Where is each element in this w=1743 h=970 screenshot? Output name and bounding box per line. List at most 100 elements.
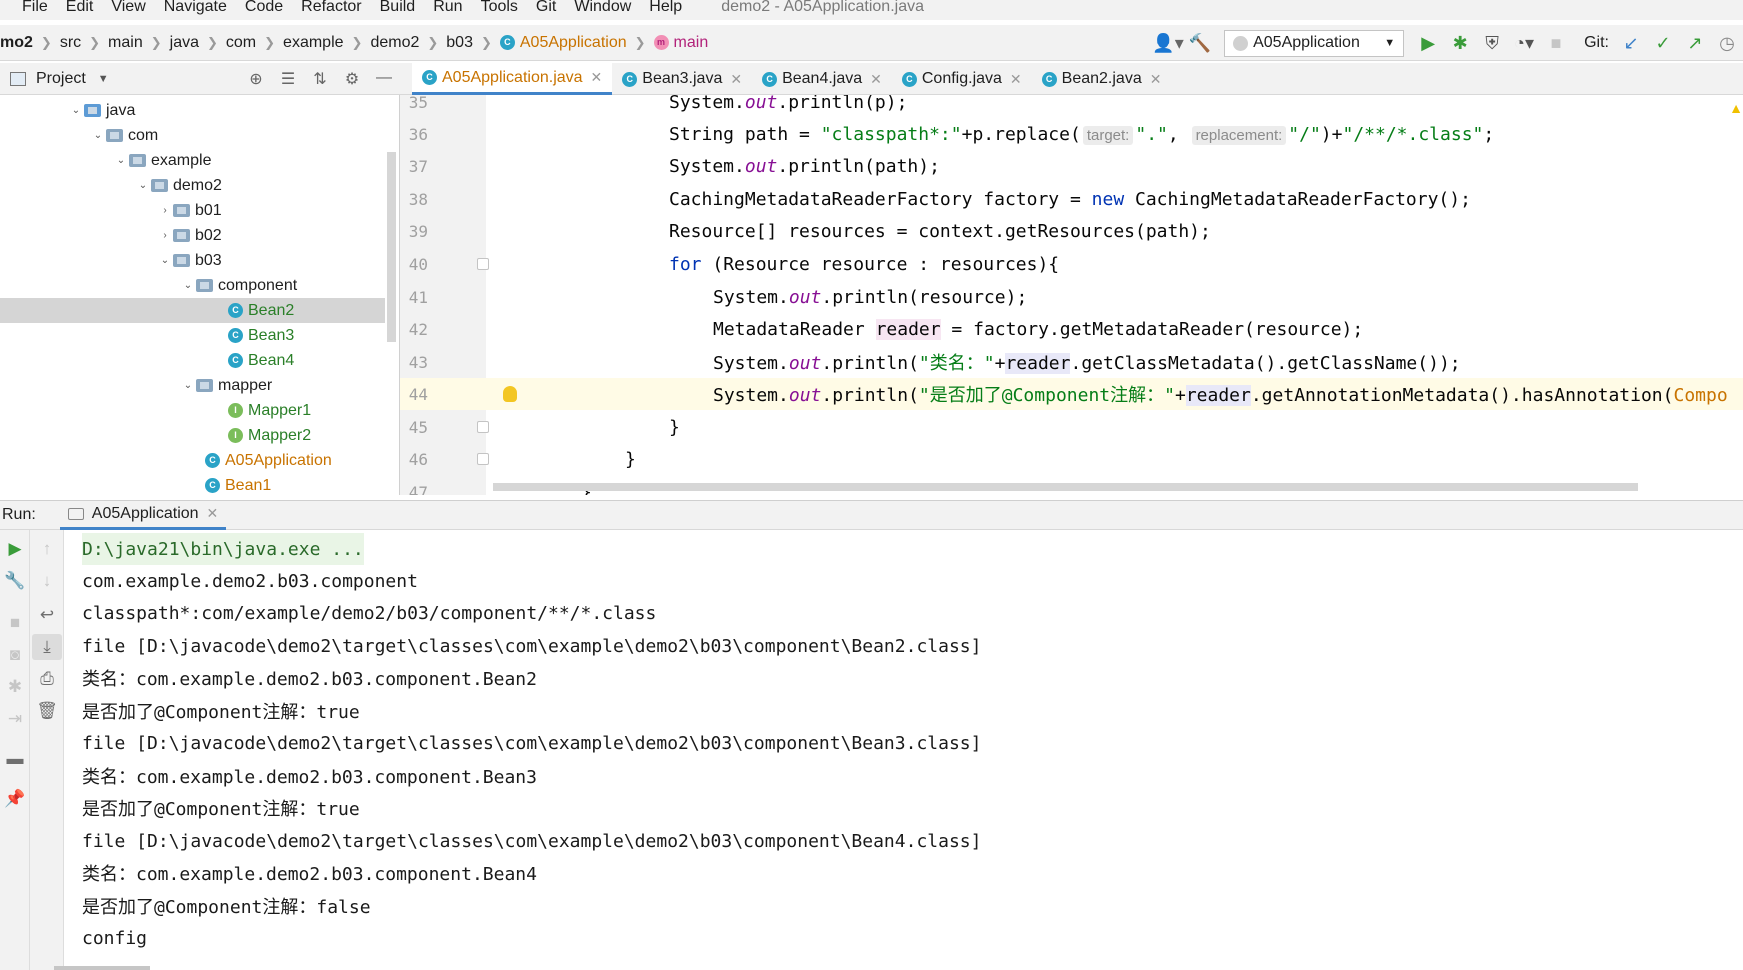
user-icon[interactable]: 👤▾ (1152, 28, 1184, 58)
arrow-down-icon[interactable]: ↓ (32, 568, 62, 594)
close-icon[interactable]: ✕ (1150, 71, 1162, 88)
menu-view[interactable]: View (102, 0, 154, 17)
menu-git[interactable]: Git (527, 0, 565, 17)
rerun-icon[interactable]: ▶ (0, 536, 30, 562)
stop-icon[interactable]: ■ (0, 610, 30, 636)
crumb-class[interactable]: A05Application (520, 34, 627, 52)
menu-edit[interactable]: Edit (57, 0, 103, 17)
tab-config[interactable]: C Config.java ✕ (892, 63, 1032, 95)
console-horizontal-scrollbar[interactable] (54, 966, 150, 970)
lightbulb-icon[interactable] (503, 386, 517, 402)
chevron-right-icon[interactable]: › (157, 230, 173, 241)
chevron-down-icon[interactable]: ⌄ (90, 130, 106, 141)
project-label[interactable]: Project (36, 70, 86, 88)
debug-bug-icon[interactable]: ✱ (0, 674, 30, 700)
crumb-java[interactable]: java (170, 34, 199, 52)
layout-icon[interactable]: ▬ (0, 746, 30, 772)
tree-scrollbar[interactable] (387, 152, 396, 342)
tab-a05application[interactable]: C A05Application.java ✕ (412, 63, 613, 95)
close-icon[interactable]: ✕ (591, 69, 603, 86)
close-icon[interactable]: ✕ (1010, 71, 1022, 88)
menu-refactor[interactable]: Refactor (292, 0, 370, 17)
run-config-selector[interactable]: A05Application ▼ (1224, 29, 1405, 57)
build-hammer-icon[interactable]: 🔨 (1184, 28, 1216, 58)
menu-build[interactable]: Build (371, 0, 425, 17)
chevron-down-icon[interactable]: ⌄ (68, 105, 84, 116)
close-icon[interactable]: ✕ (207, 505, 219, 522)
chevron-down-icon[interactable]: ⌄ (113, 155, 129, 166)
tree-item-mapper1[interactable]: I Mapper1 (0, 398, 385, 423)
chevron-down-icon[interactable]: ⌄ (180, 280, 196, 291)
print-icon[interactable]: ⎙ (32, 666, 62, 692)
tree-item-b01[interactable]: › b01 (0, 198, 385, 223)
tree-item-java[interactable]: ⌄ java (0, 98, 385, 123)
tree-item-com[interactable]: ⌄ com (0, 123, 385, 148)
crumb-src[interactable]: src (60, 34, 81, 52)
menu-navigate[interactable]: Navigate (155, 0, 236, 17)
soft-wrap-icon[interactable]: ↩ (32, 602, 62, 628)
crumb-example[interactable]: example (283, 34, 343, 52)
run-icon[interactable]: ▶ (1412, 28, 1444, 58)
tree-item-b02[interactable]: › b02 (0, 223, 385, 248)
run-console[interactable]: D:\java21\bin\java.exe ... com.example.d… (64, 530, 1743, 970)
trash-icon[interactable]: 🗑 (32, 698, 62, 724)
chevron-down-icon[interactable]: ⌄ (180, 380, 196, 391)
crumb-project[interactable]: mo2 (0, 34, 33, 52)
tree-item-example[interactable]: ⌄ example (0, 148, 385, 173)
tree-item-bean1[interactable]: C Bean1 (0, 473, 385, 495)
tab-bean3[interactable]: C Bean3.java ✕ (612, 63, 752, 95)
locate-icon[interactable]: ⊕ (240, 69, 272, 89)
collapse-all-icon[interactable]: ⇅ (304, 69, 336, 89)
exit-icon[interactable]: ⇥ (0, 706, 30, 732)
chevron-down-icon[interactable]: ⌄ (135, 180, 151, 191)
coverage-icon[interactable]: ⛨ (1476, 28, 1508, 58)
tree-item-b03[interactable]: ⌄ b03 (0, 248, 385, 273)
tree-item-demo2[interactable]: ⌄ demo2 (0, 173, 385, 198)
gear-icon[interactable]: ⚙ (336, 69, 368, 89)
stop-icon[interactable]: ■ (1540, 28, 1572, 58)
crumb-main[interactable]: main (108, 34, 143, 52)
menu-code[interactable]: Code (236, 0, 292, 17)
menu-run[interactable]: Run (424, 0, 471, 17)
scroll-to-end-icon[interactable]: ⤓ (32, 634, 62, 660)
chevron-down-icon[interactable]: ▼ (98, 73, 109, 85)
git-commit-icon[interactable]: ✓ (1647, 28, 1679, 58)
crumb-method[interactable]: main (674, 34, 709, 52)
close-icon[interactable]: ✕ (730, 71, 742, 88)
camera-icon[interactable]: ◙ (0, 642, 30, 668)
wrench-icon[interactable]: 🔧 (0, 568, 30, 594)
menu-tools[interactable]: Tools (472, 0, 527, 17)
profile-icon[interactable]: ◔▾ (1508, 28, 1540, 58)
menu-help[interactable]: Help (640, 0, 691, 17)
chevron-down-icon[interactable]: ⌄ (157, 255, 173, 266)
tree-item-component[interactable]: ⌄ component (0, 273, 385, 298)
crumb-com[interactable]: com (226, 34, 256, 52)
code-editor[interactable]: ▲ 35 System.out.println(p); 36 String pa… (400, 95, 1743, 495)
history-icon[interactable]: ◷ (1711, 28, 1743, 58)
chevron-right-icon[interactable]: › (157, 205, 173, 216)
arrow-up-icon[interactable]: ↑ (32, 536, 62, 562)
tree-item-mapper[interactable]: ⌄ mapper (0, 373, 385, 398)
tree-item-bean4[interactable]: C Bean4 (0, 348, 385, 373)
tree-item-bean2[interactable]: C Bean2 (0, 298, 385, 323)
git-push-icon[interactable]: ↗ (1679, 28, 1711, 58)
expand-all-icon[interactable]: ☰ (272, 69, 304, 89)
debug-icon[interactable]: ✱ (1444, 28, 1476, 58)
tree-item-bean3[interactable]: C Bean3 (0, 323, 385, 348)
git-update-icon[interactable]: ↙ (1615, 28, 1647, 58)
fold-icon[interactable] (477, 421, 489, 433)
fold-icon[interactable] (477, 258, 489, 270)
editor-horizontal-scrollbar[interactable] (493, 483, 1638, 491)
menu-file[interactable]: File (0, 0, 57, 17)
crumb-b03[interactable]: b03 (446, 34, 473, 52)
fold-icon[interactable] (477, 453, 489, 465)
tree-item-a05application[interactable]: C A05Application (0, 448, 385, 473)
tab-bean2[interactable]: C Bean2.java ✕ (1032, 63, 1172, 95)
close-icon[interactable]: ✕ (870, 71, 882, 88)
crumb-demo2[interactable]: demo2 (370, 34, 419, 52)
hide-icon[interactable]: — (368, 69, 400, 89)
tab-bean4[interactable]: C Bean4.java ✕ (752, 63, 892, 95)
run-tab-a05application[interactable]: A05Application ✕ (59, 500, 227, 530)
menu-window[interactable]: Window (565, 0, 640, 17)
pin-icon[interactable]: 📌 (0, 786, 30, 812)
